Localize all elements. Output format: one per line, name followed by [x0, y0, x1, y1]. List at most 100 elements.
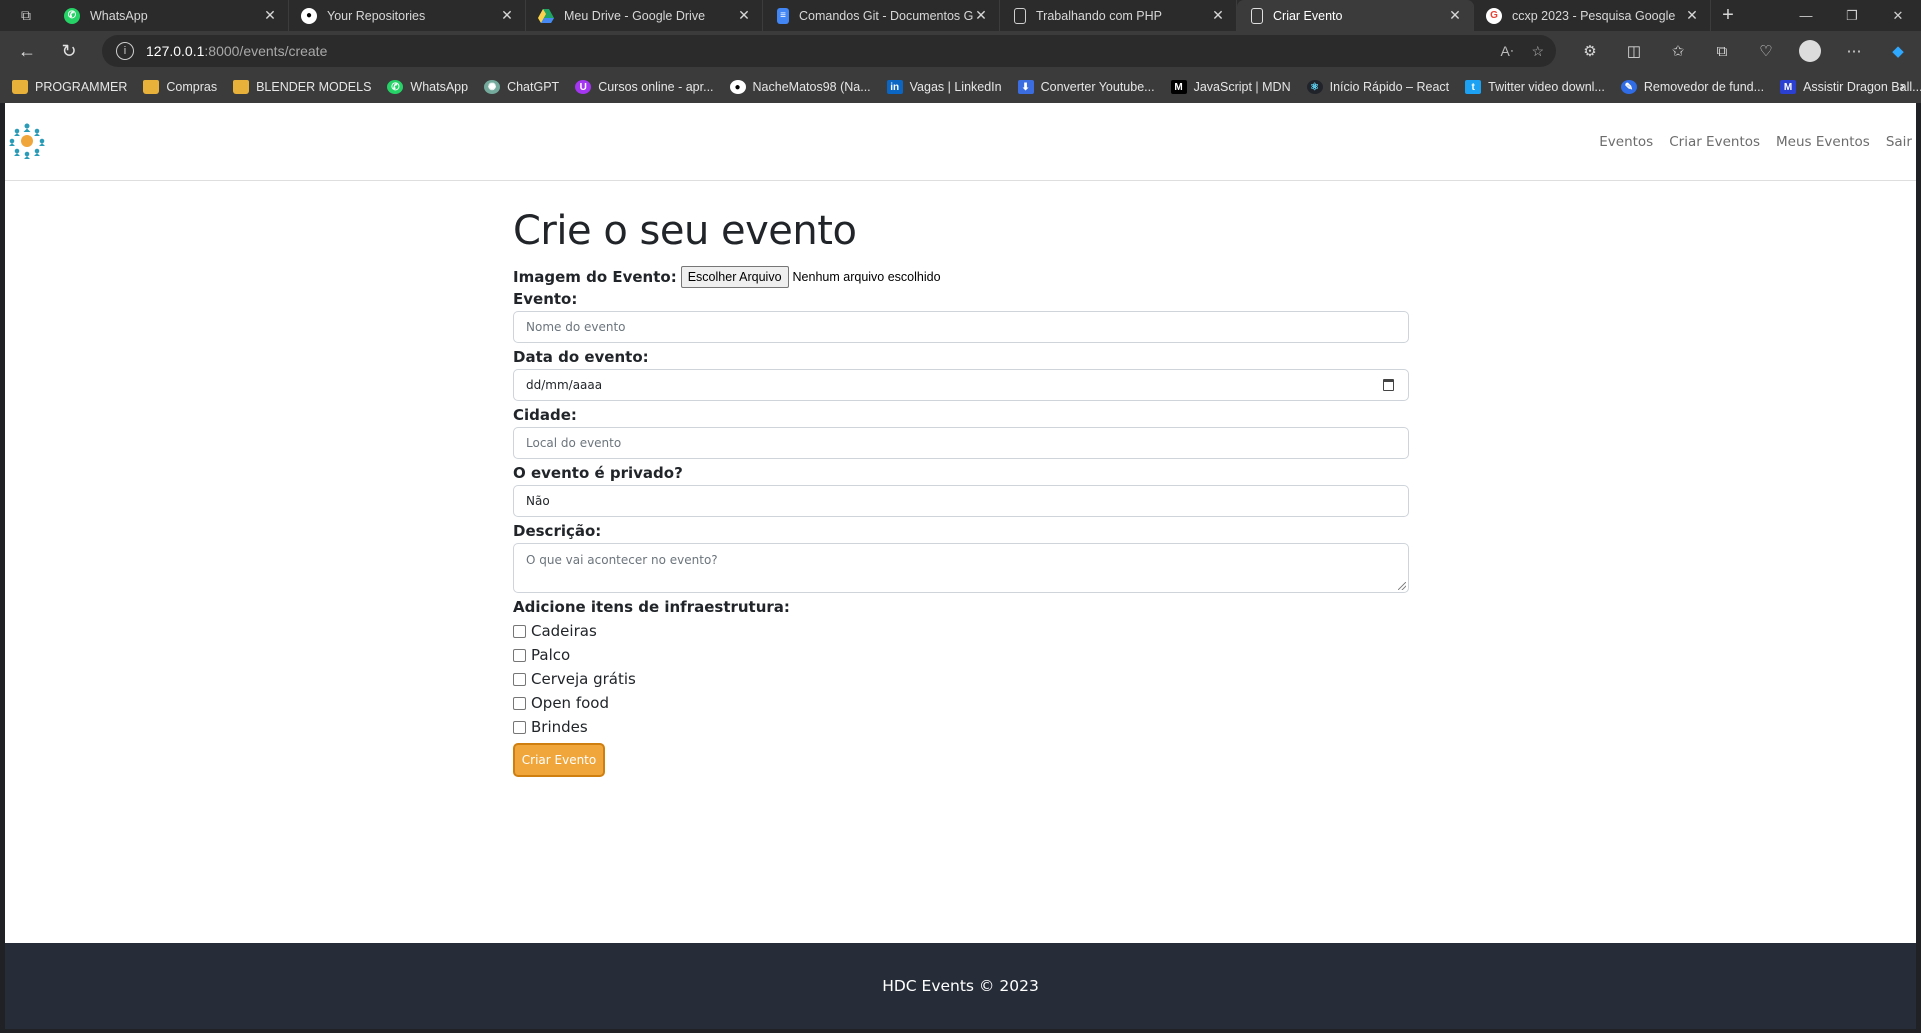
more-menu-icon[interactable]: ⋯: [1832, 35, 1876, 67]
performance-icon[interactable]: ♡: [1744, 35, 1788, 67]
split-screen-icon[interactable]: ◫: [1612, 35, 1656, 67]
restore-icon[interactable]: ❐: [1829, 0, 1875, 31]
bookmark-github[interactable]: ● NacheMatos98 (Na...: [729, 80, 871, 94]
create-event-button[interactable]: Criar Evento: [513, 743, 605, 777]
favorite-star-icon[interactable]: ☆: [1531, 43, 1544, 60]
bookmark-linkedin[interactable]: in Vagas | LinkedIn: [886, 80, 1002, 94]
linkedin-icon: in: [886, 80, 903, 94]
checkbox-open-food[interactable]: Open food: [513, 691, 1409, 715]
back-button[interactable]: ←: [8, 35, 46, 67]
close-icon[interactable]: ✕: [736, 7, 752, 24]
tab-title: ccxp 2023 - Pesquisa Google: [1512, 8, 1676, 23]
bookmark-blender[interactable]: BLENDER MODELS: [233, 80, 371, 94]
folder-icon: [143, 80, 160, 94]
create-event-form: Crie o seu evento Imagem do Evento: Esco…: [513, 207, 1409, 777]
close-window-icon[interactable]: ✕: [1875, 0, 1921, 31]
bookmark-react[interactable]: ⚛ Início Rápido – React: [1306, 80, 1450, 94]
download-icon: ⬇: [1017, 80, 1034, 94]
github-icon: ●: [301, 7, 317, 24]
checkbox-label: Brindes: [531, 718, 588, 736]
tab-title: Criar Evento: [1273, 8, 1343, 23]
nav-eventos[interactable]: Eventos: [1599, 134, 1653, 150]
calendar-icon[interactable]: [1383, 379, 1394, 391]
close-icon[interactable]: ✕: [1447, 7, 1463, 24]
close-icon[interactable]: ✕: [973, 7, 989, 24]
bookmark-chatgpt[interactable]: ✺ ChatGPT: [484, 80, 559, 94]
new-tab-button[interactable]: +: [1711, 0, 1745, 31]
tab-whatsapp[interactable]: ✆ WhatsApp ✕: [52, 0, 289, 31]
checkbox[interactable]: [513, 696, 526, 710]
checkbox-label: Palco: [531, 646, 571, 664]
close-icon[interactable]: ✕: [1684, 7, 1700, 24]
choose-file-button[interactable]: Escolher Arquivo: [680, 266, 789, 288]
bookmark-compras[interactable]: Compras: [143, 80, 217, 94]
nav-criar-eventos[interactable]: Criar Eventos: [1669, 134, 1760, 150]
nav-meus-eventos[interactable]: Meus Eventos: [1776, 134, 1870, 150]
bookmark-label: Removedor de fund...: [1643, 80, 1765, 94]
google-docs-icon: ≡: [777, 7, 789, 24]
bookmark-twitter-downloader[interactable]: t Twitter video downl...: [1465, 80, 1605, 94]
react-icon: ⚛: [1306, 80, 1323, 94]
resize-handle-icon[interactable]: [1398, 582, 1406, 590]
profile-avatar[interactable]: [1788, 35, 1832, 67]
bookmark-label: Início Rápido – React: [1329, 80, 1450, 94]
checkbox[interactable]: [513, 648, 526, 662]
site-logo[interactable]: [7, 121, 47, 161]
bookmark-youtube-converter[interactable]: ⬇ Converter Youtube...: [1017, 80, 1155, 94]
collections-icon[interactable]: ⧉: [1700, 35, 1744, 67]
bookmark-label: BLENDER MODELS: [256, 80, 372, 94]
favorites-icon[interactable]: ✩: [1656, 35, 1700, 67]
copilot-icon[interactable]: ◆: [1876, 35, 1920, 67]
tab-google-drive[interactable]: Meu Drive - Google Drive ✕: [526, 0, 763, 31]
description-placeholder: O que vai acontecer no evento?: [526, 553, 718, 567]
minimize-icon[interactable]: —: [1783, 0, 1829, 31]
event-date-input[interactable]: dd/mm/aaaa: [513, 369, 1409, 401]
site-header: Eventos Criar Eventos Meus Eventos Sair: [5, 103, 1916, 181]
checkbox-label: Cadeiras: [531, 622, 597, 640]
tab-actions-icon[interactable]: ⧉: [0, 0, 52, 31]
event-name-input[interactable]: Nome do evento: [513, 311, 1409, 343]
tab-criar-evento[interactable]: Criar Evento ✕: [1237, 0, 1474, 31]
close-icon[interactable]: ✕: [262, 7, 278, 24]
udemy-icon: U: [575, 80, 592, 94]
tab-google-docs[interactable]: ≡ Comandos Git - Documentos Go ✕: [763, 0, 1000, 31]
site-footer: HDC Events © 2023: [5, 943, 1916, 1029]
event-label: Evento:: [513, 290, 578, 308]
bookmark-label: Vagas | LinkedIn: [909, 80, 1002, 94]
tab-repositories[interactable]: ● Your Repositories ✕: [289, 0, 526, 31]
bookmark-whatsapp[interactable]: ✆ WhatsApp: [387, 80, 468, 94]
extensions-icon[interactable]: ⚙: [1568, 35, 1612, 67]
url-field[interactable]: i 127.0.0.1:8000/events/create Aᐧ ☆: [102, 35, 1556, 67]
checkbox[interactable]: [513, 624, 526, 638]
checkbox[interactable]: [513, 672, 526, 686]
site-info-icon[interactable]: i: [116, 42, 134, 60]
checkbox-cadeiras[interactable]: Cadeiras: [513, 619, 1409, 643]
tab-title: WhatsApp: [90, 8, 148, 23]
bookmark-label: ChatGPT: [507, 80, 560, 94]
bookmark-remover[interactable]: ✎ Removedor de fund...: [1620, 80, 1765, 94]
reload-button[interactable]: ↻: [50, 35, 88, 67]
city-input[interactable]: Local do evento: [513, 427, 1409, 459]
checkbox[interactable]: [513, 720, 526, 734]
close-icon[interactable]: ✕: [1210, 7, 1226, 24]
bookmark-programmer[interactable]: PROGRAMMER: [12, 80, 127, 94]
bookmark-mdn[interactable]: M JavaScript | MDN: [1170, 80, 1291, 94]
checkbox-palco[interactable]: Palco: [513, 643, 1409, 667]
bookmark-udemy[interactable]: U Cursos online - apr...: [575, 80, 714, 94]
image-label: Imagem do Evento:: [513, 268, 677, 286]
google-drive-icon: [538, 8, 554, 24]
event-date-placeholder: dd/mm/aaaa: [526, 378, 603, 392]
read-aloud-icon[interactable]: Aᐧ: [1501, 43, 1514, 60]
event-name-placeholder: Nome do evento: [526, 320, 626, 334]
checkbox-cerveja[interactable]: Cerveja grátis: [513, 667, 1409, 691]
bookmark-label: Cursos online - apr...: [598, 80, 714, 94]
description-textarea[interactable]: O que vai acontecer no evento?: [513, 543, 1409, 593]
close-icon[interactable]: ✕: [499, 7, 515, 24]
checkbox-brindes[interactable]: Brindes: [513, 715, 1409, 739]
tab-google-search[interactable]: G ccxp 2023 - Pesquisa Google ✕: [1474, 0, 1711, 31]
nav-sair[interactable]: Sair: [1886, 134, 1912, 150]
tab-php[interactable]: Trabalhando com PHP ✕: [1000, 0, 1237, 31]
items-label: Adicione itens de infraestrutura:: [513, 598, 790, 616]
chevron-right-icon[interactable]: ›: [1900, 71, 1905, 103]
private-select[interactable]: Não: [513, 485, 1409, 517]
